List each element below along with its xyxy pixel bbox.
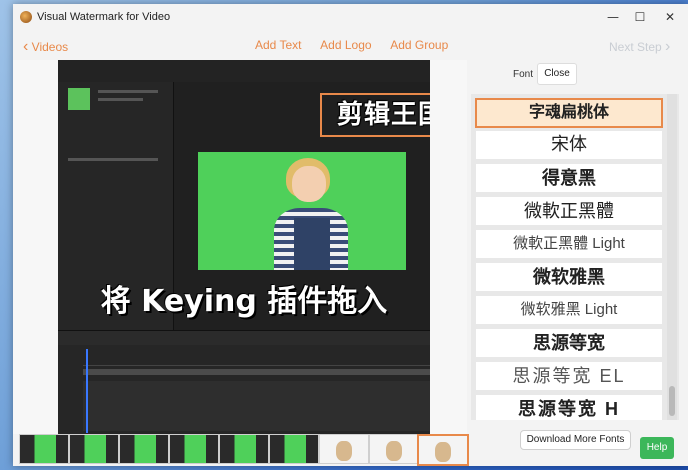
back-label: Videos <box>31 40 69 54</box>
font-list: 字魂扁桃体 宋体 得意黑 微軟正黑體 微軟正黑體 Light 微软雅黑 微软雅黑… <box>471 94 679 420</box>
video-thumbnail-strip <box>13 434 469 466</box>
ae-text-line <box>98 98 143 101</box>
ae-time-ruler <box>83 353 430 366</box>
window-title: Visual Watermark for Video <box>37 11 171 23</box>
font-item-yahei[interactable]: 微软雅黑 <box>476 263 662 291</box>
close-window-button[interactable]: ✕ <box>655 8 685 26</box>
font-item-jhenghei-light[interactable]: 微軟正黑體 Light <box>476 230 662 258</box>
add-group-button[interactable]: Add Group <box>390 38 448 52</box>
download-more-fonts-button[interactable]: Download More Fonts <box>520 430 631 450</box>
chevron-left-icon: ‹ <box>23 38 29 55</box>
video-thumbnail[interactable] <box>69 434 119 464</box>
ae-text-line <box>98 90 158 93</box>
ae-playhead <box>86 349 88 433</box>
add-logo-button[interactable]: Add Logo <box>320 38 371 52</box>
video-thumbnail[interactable] <box>319 434 369 464</box>
font-item-siyuan-dengkuan-h[interactable]: 思源等宽 H <box>476 395 662 420</box>
video-thumbnail[interactable] <box>269 434 319 464</box>
app-window: Visual Watermark for Video — ☐ ✕ ‹ Video… <box>13 4 688 466</box>
ae-timeline <box>58 345 430 434</box>
ae-top-panel <box>58 60 430 83</box>
back-to-videos-link[interactable]: ‹ Videos <box>23 38 68 56</box>
ae-work-area-bar <box>83 369 430 375</box>
font-list-scrollbar[interactable] <box>667 94 677 420</box>
watermark-text-box[interactable]: 剪辑王国 <box>320 93 430 137</box>
font-item-yahei-light[interactable]: 微软雅黑 Light <box>476 296 662 324</box>
green-screen-clip <box>198 152 406 270</box>
minimize-button[interactable]: — <box>598 8 628 26</box>
video-thumbnail[interactable] <box>219 434 269 464</box>
font-item-siyuan-dengkuan-el[interactable]: 思源等宽 EL <box>476 362 662 390</box>
video-preview[interactable]: 剪辑王国 将 Keying 插件拖入 <box>58 60 430 434</box>
video-thumbnail[interactable] <box>369 434 419 464</box>
ae-green-thumbnail <box>68 88 90 110</box>
add-actions: Add Text Add Logo Add Group <box>255 38 464 52</box>
ae-track-area <box>83 381 430 431</box>
title-bar: Visual Watermark for Video — ☐ ✕ <box>13 4 688 30</box>
video-thumbnail[interactable] <box>119 434 169 464</box>
chevron-right-icon: › <box>665 38 671 55</box>
font-item-siyuan-dengkuan[interactable]: 思源等宽 <box>476 329 662 357</box>
font-label: Font <box>513 69 534 80</box>
nav-bar: ‹ Videos Add Text Add Logo Add Group Nex… <box>13 30 688 60</box>
video-thumbnail[interactable] <box>19 434 69 464</box>
watermark-title-text: 剪辑王国 <box>336 100 430 130</box>
ae-text-line <box>68 158 158 161</box>
video-thumbnail[interactable] <box>169 434 219 464</box>
next-step-button[interactable]: Next Step › <box>609 38 670 56</box>
font-item-jhenghei[interactable]: 微軟正黑體 <box>476 197 662 225</box>
child-face <box>292 166 326 202</box>
next-step-label: Next Step <box>609 40 662 54</box>
maximize-button[interactable]: ☐ <box>625 8 655 26</box>
app-logo-icon <box>20 11 32 23</box>
scrollbar-thumb[interactable] <box>669 386 675 416</box>
ae-viewer-toolbar <box>58 330 430 345</box>
video-thumbnail-selected[interactable] <box>417 434 469 466</box>
font-item-songti[interactable]: 宋体 <box>476 131 662 159</box>
help-button[interactable]: Help <box>640 437 674 459</box>
font-item-zihun-biantaoti[interactable]: 字魂扁桃体 <box>475 98 663 128</box>
child-overalls <box>294 218 330 270</box>
watermark-subtitle-text[interactable]: 将 Keying 插件拖入 <box>58 276 430 320</box>
add-text-button[interactable]: Add Text <box>255 38 301 52</box>
close-font-panel-button[interactable]: Close <box>537 63 577 85</box>
font-item-deyihei[interactable]: 得意黑 <box>476 164 662 192</box>
